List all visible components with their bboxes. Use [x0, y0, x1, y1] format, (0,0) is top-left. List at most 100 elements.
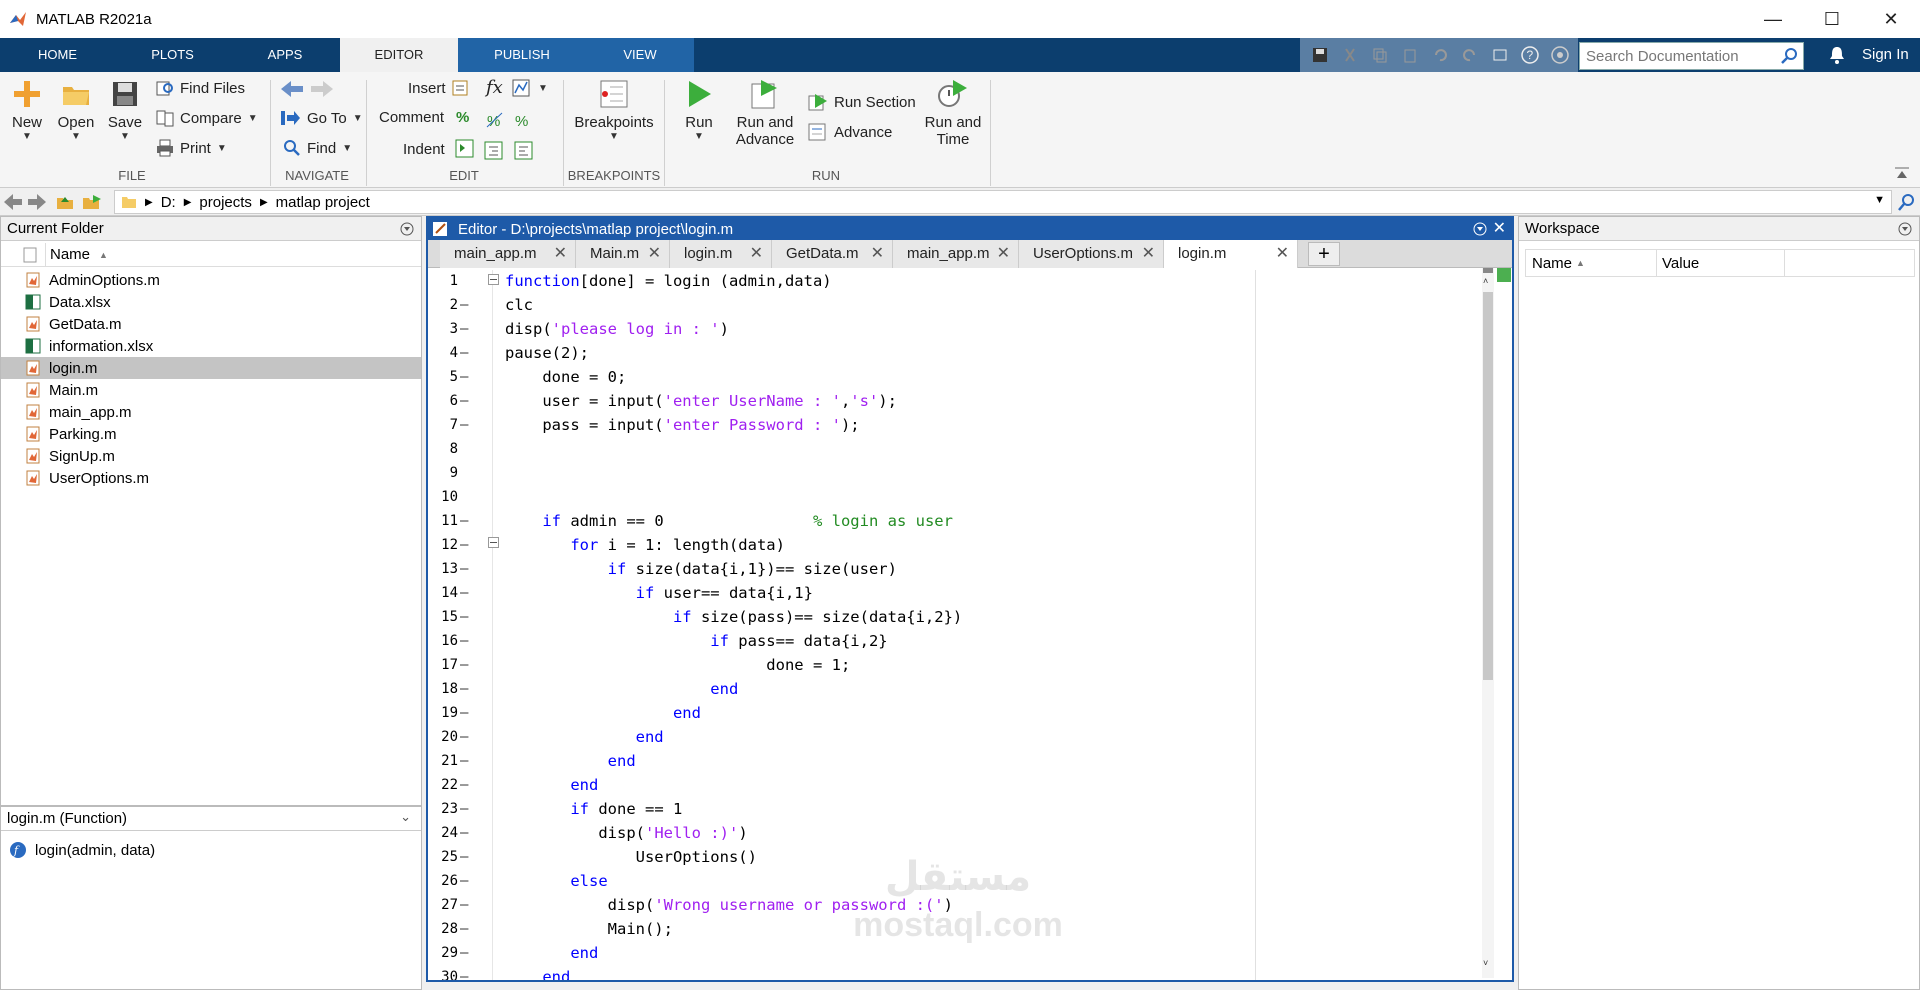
cut-icon[interactable]	[1339, 44, 1361, 66]
editor-tab[interactable]: login.m ✕	[670, 240, 772, 268]
breakpoint-gutter-marker[interactable]: —	[460, 537, 468, 553]
breakpoint-gutter-marker[interactable]: —	[460, 657, 468, 673]
editor-vertical-scrollbar[interactable]: ˄ ˅	[1482, 268, 1494, 978]
find-files-button[interactable]: Find Files	[156, 79, 245, 97]
breakpoint-gutter-marker[interactable]: —	[460, 825, 468, 841]
save-quick-icon[interactable]	[1309, 44, 1331, 66]
run-button[interactable]: Run ▼	[676, 78, 722, 142]
close-editor-icon[interactable]: ✕	[1493, 218, 1506, 238]
code-line[interactable]: 19— end	[430, 702, 1482, 726]
comment-button[interactable]: Comment %	[379, 109, 469, 126]
editor-tab[interactable]: main_app.m ✕	[440, 240, 576, 268]
close-tab-icon[interactable]: ✕	[997, 240, 1010, 268]
breakpoints-button[interactable]: Breakpoints ▼	[566, 78, 662, 142]
close-tab-icon[interactable]: ✕	[648, 240, 661, 268]
switch-windows-icon[interactable]	[1489, 44, 1511, 66]
file-list-item[interactable]: GetData.m	[1, 313, 421, 335]
file-list-item[interactable]: AdminOptions.m	[1, 269, 421, 291]
close-tab-icon[interactable]: ✕	[871, 240, 884, 268]
code-line[interactable]: 9	[430, 462, 1482, 486]
breakpoint-gutter-marker[interactable]: —	[460, 705, 468, 721]
code-line[interactable]: 13— if size(data{i,1})== size(user)	[430, 558, 1482, 582]
code-line[interactable]: 7— pass = input('enter Password : ');	[430, 414, 1482, 438]
community-icon[interactable]	[1549, 44, 1571, 66]
up-folder-icon[interactable]	[56, 193, 74, 211]
code-line[interactable]: 20— end	[430, 726, 1482, 750]
path-dropdown-icon[interactable]: ▼	[1874, 194, 1885, 206]
file-list-item[interactable]: Parking.m	[1, 423, 421, 445]
wrap-comments-icon[interactable]: %	[514, 111, 532, 129]
code-line[interactable]: 8	[430, 438, 1482, 462]
scroll-down-icon[interactable]: ˅	[1483, 958, 1488, 968]
new-button[interactable]: New ▼	[6, 78, 48, 142]
editor-actions-icon[interactable]	[1472, 221, 1488, 237]
file-list-item[interactable]: UserOptions.m	[1, 467, 421, 489]
back-arrow-icon[interactable]	[281, 81, 303, 97]
breakpoint-gutter-marker[interactable]: —	[460, 897, 468, 913]
tab-view[interactable]: VIEW	[586, 38, 694, 72]
breakpoint-gutter-marker[interactable]: —	[460, 321, 468, 337]
close-tab-icon[interactable]: ✕	[1276, 240, 1289, 268]
more-insert-button[interactable]: ▼	[512, 79, 548, 97]
code-line[interactable]: 17— done = 1;	[430, 654, 1482, 678]
tab-home[interactable]: HOME	[0, 38, 115, 72]
code-line[interactable]: 10	[430, 486, 1482, 510]
breakpoint-gutter-marker[interactable]: —	[460, 345, 468, 361]
function-item[interactable]: f login(admin, data)	[9, 841, 155, 859]
new-tab-button[interactable]: +	[1308, 242, 1340, 266]
insert-button[interactable]: Insert	[408, 79, 472, 97]
breakpoint-gutter-marker[interactable]: —	[460, 393, 468, 409]
scroll-thumb[interactable]	[1483, 292, 1493, 680]
run-and-time-button[interactable]: Run and Time	[918, 78, 988, 148]
run-section-button[interactable]: Run Section	[808, 93, 916, 111]
breakpoint-gutter-marker[interactable]: —	[460, 921, 468, 937]
collapse-ribbon-icon[interactable]	[1894, 166, 1910, 180]
browse-folder-icon[interactable]	[82, 193, 102, 211]
file-list-item[interactable]: login.m	[1, 357, 421, 379]
forward-icon[interactable]	[28, 194, 46, 210]
sign-in-link[interactable]: Sign In	[1862, 46, 1909, 63]
breakpoint-gutter-marker[interactable]: —	[460, 513, 468, 529]
file-list-item[interactable]: Data.xlsx	[1, 291, 421, 313]
breakpoint-gutter-marker[interactable]: —	[460, 417, 468, 433]
code-line[interactable]: 30— end	[430, 966, 1482, 980]
code-line[interactable]: 22— end	[430, 774, 1482, 798]
code-line[interactable]: 14— if user== data{i,1}	[430, 582, 1482, 606]
chevron-down-icon[interactable]: ⌄	[400, 809, 411, 825]
folder-column-header[interactable]: Name ▲	[1, 243, 421, 267]
run-and-advance-button[interactable]: Run and Advance	[730, 78, 800, 148]
file-list-item[interactable]: Main.m	[1, 379, 421, 401]
search-icon[interactable]	[1780, 47, 1798, 65]
forward-arrow-icon[interactable]	[311, 81, 333, 97]
insert-function-button[interactable]: fx	[486, 77, 503, 98]
code-line[interactable]: 1 function[done] = login (admin,data)	[430, 270, 1482, 294]
uncomment-icon[interactable]: %	[486, 111, 504, 129]
tab-editor[interactable]: EDITOR	[340, 38, 458, 72]
back-icon[interactable]	[4, 194, 22, 210]
code-line[interactable]: 6— user = input('enter UserName : ','s')…	[430, 390, 1482, 414]
breakpoint-gutter-marker[interactable]: —	[460, 777, 468, 793]
code-line[interactable]: 2— clc	[430, 294, 1482, 318]
workspace-column-header[interactable]: Name ▲ Value	[1525, 249, 1915, 277]
panel-actions-icon[interactable]	[1897, 221, 1913, 237]
editor-tab[interactable]: Main.m ✕	[576, 240, 670, 268]
decrease-indent-icon[interactable]	[514, 141, 534, 161]
breakpoint-gutter-marker[interactable]: —	[460, 681, 468, 697]
search-documentation-input[interactable]: Search Documentation	[1579, 42, 1804, 70]
editor-tab[interactable]: login.m ✕	[1164, 240, 1298, 268]
details-header[interactable]: login.m (Function) ⌄	[1, 807, 421, 831]
paste-icon[interactable]	[1399, 44, 1421, 66]
scroll-up-icon[interactable]: ˄	[1483, 276, 1488, 286]
find-button[interactable]: Find ▼	[283, 139, 352, 157]
indent-button[interactable]: Indent	[403, 139, 475, 159]
breakpoint-gutter-marker[interactable]: —	[460, 561, 468, 577]
editor-tab[interactable]: GetData.m ✕	[772, 240, 893, 268]
close-tab-icon[interactable]: ✕	[1142, 240, 1155, 268]
panel-actions-icon[interactable]	[399, 221, 415, 237]
help-icon[interactable]: ?	[1519, 44, 1541, 66]
code-line[interactable]: 15— if size(pass)== size(data{i,2})	[430, 606, 1482, 630]
breakpoint-gutter-marker[interactable]: —	[460, 633, 468, 649]
breakpoint-gutter-marker[interactable]: —	[460, 609, 468, 625]
file-list-item[interactable]: SignUp.m	[1, 445, 421, 467]
breakpoint-gutter-marker[interactable]: —	[460, 753, 468, 769]
